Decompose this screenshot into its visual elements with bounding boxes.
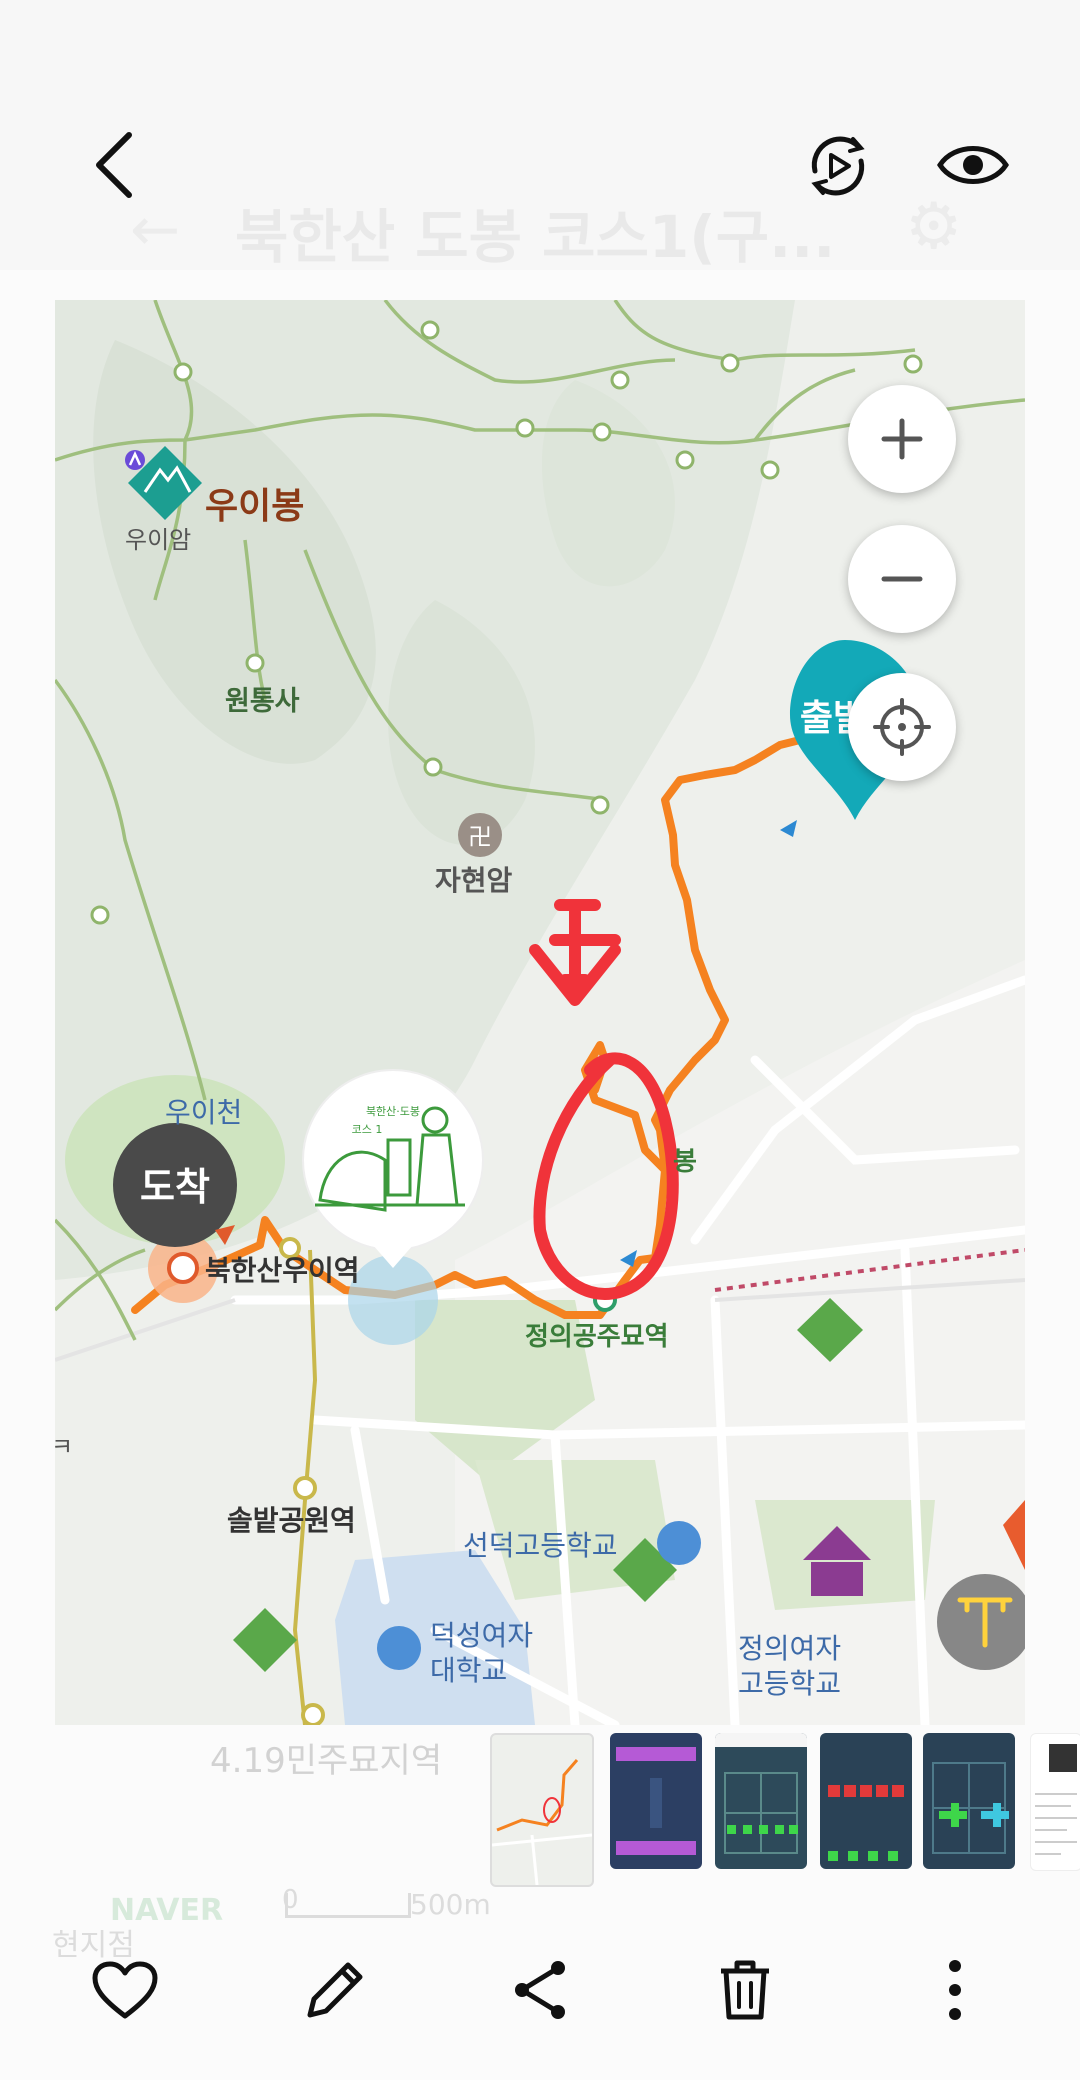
background-title: 북한산 도봉 코스1(구... xyxy=(235,203,836,271)
peak-sub-label: 우이암 xyxy=(125,526,191,554)
temple2-label: 자현암 xyxy=(435,864,513,897)
background-gear-icon: ⚙ xyxy=(905,190,963,264)
peak-label: 우이봉 xyxy=(205,486,304,527)
faded-scale-right: 500m xyxy=(410,1888,491,1921)
map-thumbnail[interactable] xyxy=(490,1733,594,1887)
school2-label-line2: 대학교 xyxy=(430,1654,507,1687)
faded-scale-bar xyxy=(285,1893,411,1918)
back-icon[interactable] xyxy=(78,125,148,205)
badge-line1: 북한산·도봉 xyxy=(366,1105,420,1118)
station1-label: 북한산우이역 xyxy=(205,1254,360,1287)
heart-icon[interactable] xyxy=(85,1950,165,2030)
game-thumbnail-3[interactable] xyxy=(820,1733,912,1869)
school1-label: 선덕고등학교 xyxy=(463,1529,618,1562)
badge-line2: 코스 1 xyxy=(352,1123,383,1136)
temple1-label: 원통사 xyxy=(225,686,300,717)
faded-scale-left: 0 xyxy=(282,1885,299,1915)
background-back-arrow: ← xyxy=(130,195,181,265)
more-icon[interactable] xyxy=(915,1950,995,2030)
motion-photo-icon[interactable] xyxy=(800,128,876,204)
game-thumbnail-1[interactable] xyxy=(610,1733,702,1869)
school3-label-line1: 정의여자 xyxy=(738,1632,841,1665)
edge-label: ㅋ xyxy=(55,1433,73,1461)
school3-label-line2: 고등학교 xyxy=(738,1667,841,1700)
document-thumbnail[interactable] xyxy=(1030,1733,1080,1871)
edit-icon[interactable] xyxy=(295,1950,375,2030)
game-thumbnail-4[interactable] xyxy=(923,1733,1015,1869)
stream-label: 우이천 xyxy=(165,1096,242,1129)
faded-station-label: 4.19민주묘지역 xyxy=(210,1741,443,1781)
delete-icon[interactable] xyxy=(705,1950,785,2030)
zoom-out-icon[interactable] xyxy=(848,525,956,633)
zoom-in-icon[interactable] xyxy=(848,385,956,493)
share-icon[interactable] xyxy=(500,1950,580,2030)
game-thumbnail-2[interactable] xyxy=(715,1733,807,1869)
map-image[interactable]: 도착 출발 북한산·도봉 코스 1 卍 우이봉 우이암 원통사 자현암 우이천 … xyxy=(55,300,1025,1725)
school2-label-line1: 덕성여자 xyxy=(430,1619,533,1652)
station2-label: 정의공주묘역 xyxy=(525,1322,669,1352)
svg-text:卍: 卍 xyxy=(468,823,492,851)
peak2-label: 봉 xyxy=(673,1147,697,1177)
arrival-label: 도착 xyxy=(140,1165,210,1209)
station3-label: 솔밭공원역 xyxy=(227,1504,356,1537)
locate-icon[interactable] xyxy=(848,673,956,781)
eye-icon[interactable] xyxy=(933,130,1013,200)
